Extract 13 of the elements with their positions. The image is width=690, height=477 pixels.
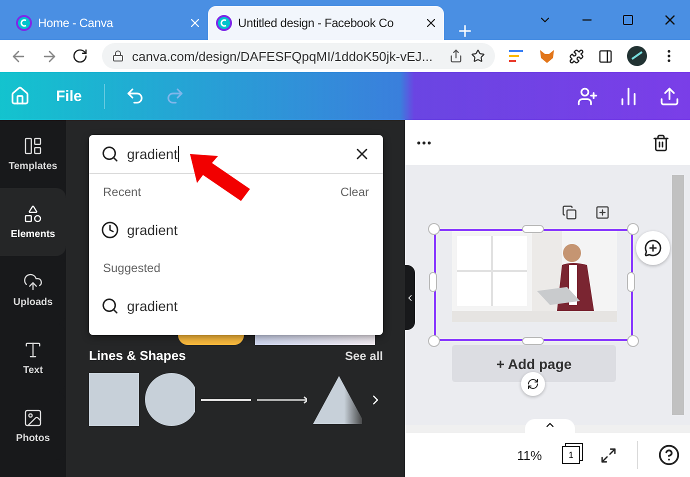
see-all-link[interactable]: See all [344, 348, 383, 362]
zoom-level[interactable]: 11% [516, 448, 542, 462]
search-suggestion[interactable]: gradient [89, 210, 383, 250]
search-suggestion[interactable]: gradient [89, 286, 383, 326]
section-label: Suggested [103, 261, 160, 275]
page-count[interactable]: 1 [562, 446, 580, 464]
sidebar-tab[interactable]: Elements [0, 188, 66, 256]
clear-link[interactable]: Clear [340, 185, 369, 199]
add-page-button[interactable]: + Add page [452, 345, 616, 382]
browser-tab[interactable]: Untitled design - Facebook Co [208, 6, 444, 40]
section-title: Lines & Shapes [89, 348, 186, 363]
address-field[interactable]: canva.com/design/DAFESFQpqMI/1ddoK50jk-vEJ... [102, 43, 495, 69]
section-label: Recent [103, 185, 142, 199]
